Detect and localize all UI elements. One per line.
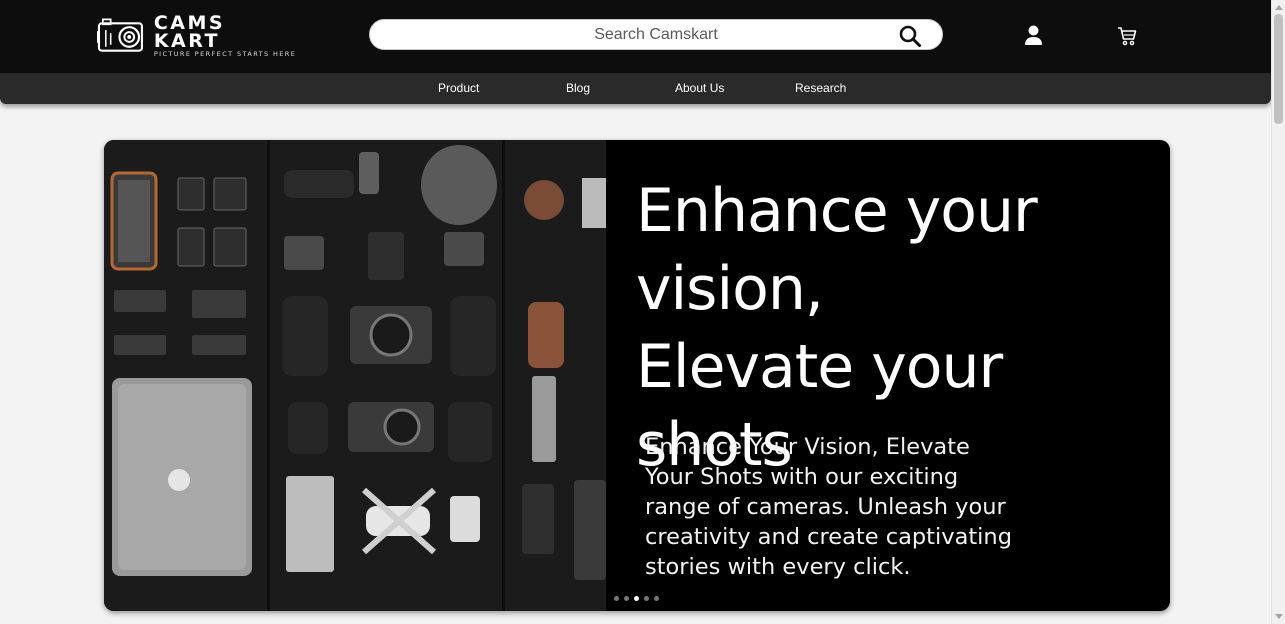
logo-tagline: PICTURE PERFECT STARTS HERE — [153, 50, 297, 58]
carousel-dot[interactable] — [614, 596, 619, 601]
hero-carousel: Enhance your vision, Elevate your shots … — [104, 140, 1170, 611]
logo-text: CAMS KART PICTURE PERFECT STARTS HERE — [153, 12, 297, 59]
search-icon[interactable] — [899, 25, 921, 47]
search-input[interactable] — [370, 20, 942, 49]
main-nav: Product Blog About Us Research — [0, 73, 1271, 104]
scroll-up-arrow-icon[interactable] — [1275, 5, 1283, 10]
nav-item-product[interactable]: Product — [438, 81, 479, 95]
page-scrollbar[interactable] — [1271, 0, 1285, 624]
camera-logo-icon — [97, 18, 144, 52]
search-bar — [369, 19, 943, 50]
scroll-thumb[interactable] — [1274, 14, 1283, 124]
carousel-dot-active[interactable] — [634, 596, 639, 601]
site-header: CAMS KART PICTURE PERFECT STARTS HERE — [0, 0, 1271, 73]
user-icon[interactable] — [1024, 25, 1043, 46]
carousel-dot[interactable] — [644, 596, 649, 601]
carousel-dot[interactable] — [624, 596, 629, 601]
site-logo[interactable]: CAMS KART PICTURE PERFECT STARTS HERE — [97, 12, 297, 59]
carousel-dot[interactable] — [654, 596, 659, 601]
carousel-dots — [614, 596, 659, 601]
cart-icon[interactable] — [1117, 26, 1137, 46]
scroll-down-arrow-icon[interactable] — [1275, 614, 1283, 619]
camera-gear-flatlay-image — [104, 140, 606, 611]
nav-item-about-us[interactable]: About Us — [675, 81, 724, 95]
nav-item-research[interactable]: Research — [795, 81, 846, 95]
nav-item-blog[interactable]: Blog — [566, 81, 590, 95]
logo-name: CAMS KART — [153, 12, 226, 52]
hero-description: Enhance Your Vision, Elevate Your Shots … — [645, 434, 1012, 580]
